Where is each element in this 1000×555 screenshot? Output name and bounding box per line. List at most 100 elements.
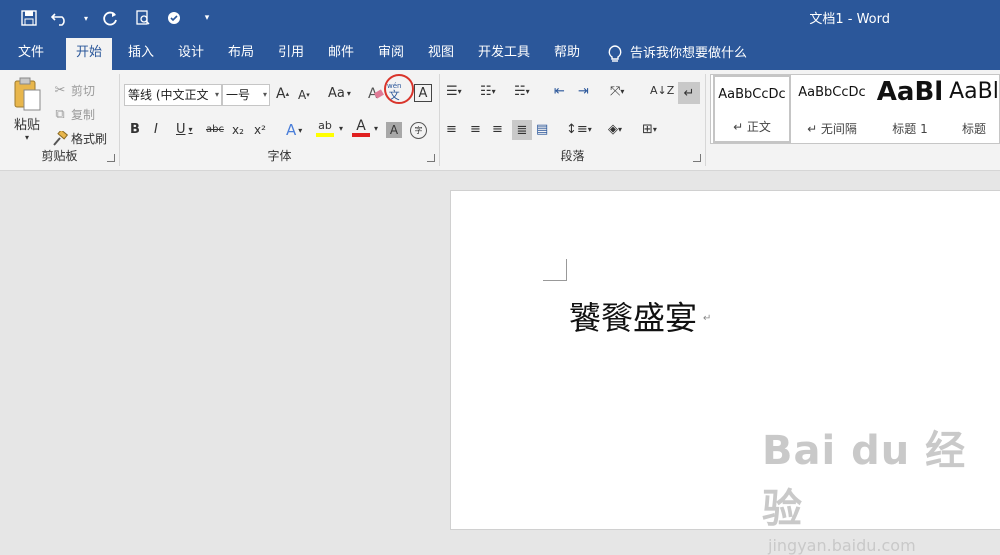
tab-references[interactable]: 引用 bbox=[268, 38, 314, 70]
chevron-down-icon[interactable]: ▾ bbox=[374, 124, 378, 133]
style-title-sample: AaBl bbox=[949, 79, 999, 104]
line-spacing-button[interactable]: ↕≡ ▾ bbox=[566, 122, 592, 137]
touch-mode-icon[interactable] bbox=[164, 8, 186, 28]
style-title[interactable]: AaBl 标题 bbox=[949, 75, 999, 143]
undo-icon[interactable] bbox=[50, 8, 72, 28]
style-normal[interactable]: AaBbCcDc ↵ 正文 bbox=[713, 75, 791, 143]
style-normal-sample: AaBbCcDc bbox=[718, 87, 786, 102]
tab-developer[interactable]: 开发工具 bbox=[468, 38, 540, 70]
borders-button[interactable]: ⊞ ▾ bbox=[642, 122, 657, 137]
copy-label: 复制 bbox=[71, 108, 96, 122]
shrink-font-button[interactable]: A ▾ bbox=[298, 88, 310, 102]
cut-button[interactable]: ✂ 剪切 bbox=[52, 82, 95, 99]
tab-home[interactable]: 开始 bbox=[66, 38, 113, 70]
style-no-spacing-sample: AaBbCcDc bbox=[798, 85, 866, 100]
decrease-indent-button[interactable]: ⇤ bbox=[554, 84, 565, 99]
tab-layout[interactable]: 布局 bbox=[218, 38, 264, 70]
quick-access-toolbar: ▾ ▾ bbox=[18, 8, 218, 28]
superscript-button[interactable]: x² bbox=[254, 123, 266, 137]
subscript-button[interactable]: x₂ bbox=[232, 123, 244, 137]
underline-button[interactable]: U ▾ bbox=[176, 122, 193, 137]
tell-me-box[interactable]: 告诉我你想要做什么 bbox=[608, 38, 747, 70]
tab-mailings[interactable]: 邮件 bbox=[318, 38, 364, 70]
dialog-launcher-icon[interactable] bbox=[693, 154, 701, 162]
increase-indent-button[interactable]: ⇥ bbox=[578, 84, 589, 99]
character-shading-button[interactable]: A bbox=[386, 122, 402, 138]
paint-bucket-icon: ◈ bbox=[608, 122, 618, 137]
document-text[interactable]: 饕餮盛宴 bbox=[569, 293, 697, 339]
numbering-button[interactable]: ☷ ▾ bbox=[480, 84, 496, 99]
align-left-icon: ≡ bbox=[446, 122, 457, 137]
chevron-down-icon[interactable]: ▾ bbox=[339, 124, 343, 133]
underline-icon: U bbox=[176, 122, 186, 137]
font-size-combo[interactable]: 一号 ▾ bbox=[222, 84, 270, 106]
font-color-button[interactable]: A bbox=[352, 119, 370, 137]
justify-icon: ≣ bbox=[516, 122, 528, 138]
enclose-characters-icon: 字 bbox=[414, 126, 423, 135]
line-spacing-icon: ↕≡ bbox=[566, 122, 588, 137]
font-group-label: 字体 bbox=[267, 149, 292, 163]
show-marks-button[interactable]: ↵ bbox=[678, 82, 700, 104]
font-name-value: 等线 (中文正文 bbox=[128, 88, 209, 102]
save-icon[interactable] bbox=[18, 8, 40, 28]
chevron-down-icon[interactable]: ▾ bbox=[82, 8, 90, 28]
scissors-icon: ✂ bbox=[54, 83, 66, 98]
tell-me-text: 告诉我你想要做什么 bbox=[630, 46, 748, 61]
tab-help[interactable]: 帮助 bbox=[544, 38, 590, 70]
print-preview-icon[interactable] bbox=[132, 8, 154, 28]
watermark-brand: Bai du 经验 bbox=[762, 428, 967, 532]
enclose-characters-button[interactable]: 字 bbox=[410, 122, 427, 139]
paintbrush-icon bbox=[53, 130, 68, 146]
align-center-button[interactable]: ≡ bbox=[470, 122, 481, 137]
highlight-circle bbox=[384, 74, 414, 104]
grow-font-button[interactable]: A ▴ bbox=[276, 86, 289, 102]
font-name-combo[interactable]: 等线 (中文正文 ▾ bbox=[124, 84, 222, 106]
bullet-list-icon: ☰ bbox=[446, 84, 458, 99]
highlight-button[interactable]: ab bbox=[316, 120, 334, 137]
shading-button[interactable]: ◈ ▾ bbox=[608, 122, 622, 137]
sort-icon: A↓Z bbox=[650, 84, 675, 97]
style-heading-1[interactable]: AaBl 标题 1 bbox=[871, 75, 949, 143]
title-bar: ▾ ▾ 文档1 - Word bbox=[0, 0, 1000, 38]
tab-design[interactable]: 设计 bbox=[168, 38, 214, 70]
bullets-button[interactable]: ☰ ▾ bbox=[446, 84, 462, 99]
paragraph-mark-icon: ↵ bbox=[683, 85, 695, 101]
chinese-layout-button[interactable]: ⤧ ▾ bbox=[610, 84, 624, 99]
strikethrough-button[interactable]: abc bbox=[206, 124, 224, 135]
bold-button[interactable]: B bbox=[130, 122, 140, 137]
decrease-indent-icon: ⇤ bbox=[554, 84, 565, 99]
paste-button[interactable]: 粘贴 ▾ bbox=[8, 76, 46, 142]
paste-label: 粘贴 bbox=[13, 118, 40, 133]
multilevel-list-button[interactable]: ☵ ▾ bbox=[514, 84, 530, 99]
character-border-button[interactable]: A bbox=[414, 84, 432, 102]
text-effects-button[interactable]: A ▾ bbox=[286, 121, 302, 139]
align-center-icon: ≡ bbox=[470, 122, 481, 137]
tab-review[interactable]: 审阅 bbox=[368, 38, 414, 70]
customize-qat-icon[interactable]: ▾ bbox=[196, 8, 218, 28]
character-shading-icon: A bbox=[389, 123, 399, 137]
italic-button[interactable]: I bbox=[154, 122, 158, 137]
tab-insert[interactable]: 插入 bbox=[118, 38, 164, 70]
dialog-launcher-icon[interactable] bbox=[107, 154, 115, 162]
style-heading-1-name: 标题 1 bbox=[892, 122, 928, 136]
align-right-button[interactable]: ≡ bbox=[492, 122, 503, 137]
tab-view[interactable]: 视图 bbox=[418, 38, 464, 70]
margin-corner-mark bbox=[543, 259, 567, 281]
copy-icon: ⧉ bbox=[55, 107, 65, 122]
redo-icon[interactable] bbox=[100, 8, 122, 28]
distributed-button[interactable]: ▤ bbox=[536, 122, 548, 137]
style-no-spacing-name: ↵ 无间隔 bbox=[807, 122, 857, 136]
sort-button[interactable]: A↓Z bbox=[650, 84, 674, 97]
change-case-button[interactable]: Aa ▾ bbox=[328, 86, 351, 101]
copy-button[interactable]: ⧉ 复制 bbox=[52, 106, 95, 123]
tab-file[interactable]: 文件 bbox=[8, 38, 54, 70]
style-title-name: 标题 bbox=[961, 122, 986, 136]
increase-indent-icon: ⇥ bbox=[578, 84, 589, 99]
format-painter-button[interactable]: 格式刷 bbox=[52, 130, 107, 147]
clear-format-button[interactable]: A bbox=[368, 86, 384, 102]
align-left-button[interactable]: ≡ bbox=[446, 122, 457, 137]
style-no-spacing[interactable]: AaBbCcDc ↵ 无间隔 bbox=[793, 75, 871, 143]
justify-button[interactable]: ≣ bbox=[512, 120, 532, 140]
paragraph-mark: ↵ bbox=[703, 313, 712, 324]
dialog-launcher-icon[interactable] bbox=[427, 154, 435, 162]
